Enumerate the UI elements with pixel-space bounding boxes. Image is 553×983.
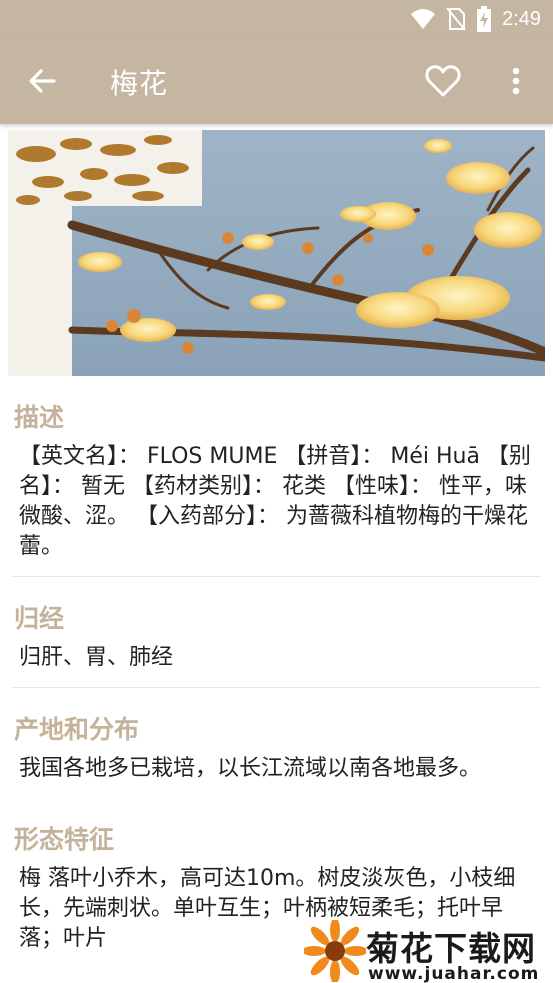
section-title: 形态特征 <box>14 825 115 854</box>
watermark-brand: 菊花下载网 <box>366 929 536 968</box>
status-time: 2:49 <box>502 7 541 30</box>
arrow-back-icon[interactable] <box>24 63 60 99</box>
app-bar: 梅花 <box>0 38 553 124</box>
status-icons: 2:49 <box>410 6 541 32</box>
battery-charging-icon <box>477 6 492 32</box>
plum-blossom-image <box>8 130 545 376</box>
page-title: 梅花 <box>110 67 169 100</box>
section-title: 产地和分布 <box>14 715 140 744</box>
more-vertical-icon[interactable] <box>506 62 526 100</box>
status-bar: 2:49 <box>0 0 553 38</box>
section-origin: 产地和分布 我国各地多已栽培，以长江流域以南各地最多。 <box>0 688 553 798</box>
wifi-icon <box>411 9 436 29</box>
detail-content: 描述 【英文名】： FLOS MUME 【拼音】： Méi Huā 【别名】： … <box>0 376 553 968</box>
no-sim-icon <box>446 7 466 31</box>
section-body: 我国各地多已栽培，以长江流域以南各地最多。 <box>19 756 482 781</box>
watermark: 菊花下载网 www.juahar.com <box>304 920 553 983</box>
section-title: 归经 <box>14 604 65 633</box>
section-meridian: 归经 归肝、胃、肺经 <box>0 577 553 687</box>
section-body: 【英文名】： FLOS MUME 【拼音】： Méi Huā 【别名】： 暂无 … <box>19 444 531 559</box>
watermark-url: www.juahar.com <box>368 964 540 983</box>
section-title: 描述 <box>14 403 65 432</box>
heart-outline-icon[interactable] <box>424 62 462 100</box>
section-description: 描述 【英文名】： FLOS MUME 【拼音】： Méi Huā 【别名】： … <box>0 376 553 576</box>
chrysanthemum-logo <box>304 920 366 982</box>
section-body: 归肝、胃、肺经 <box>19 645 174 670</box>
